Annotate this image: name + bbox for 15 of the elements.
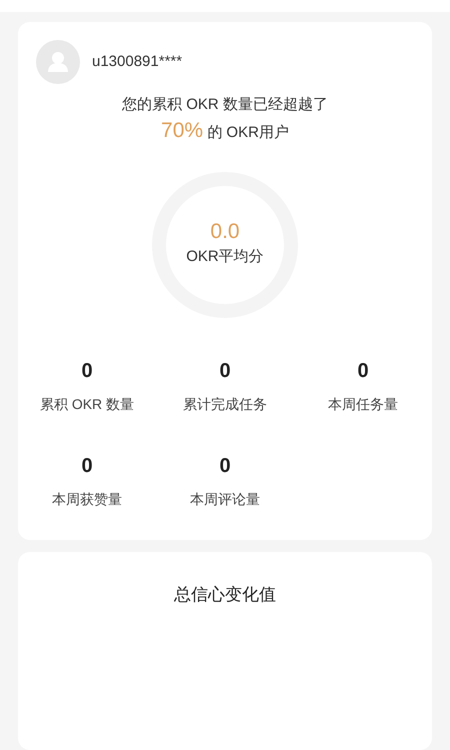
stat-value: 0 (81, 359, 93, 384)
stat-label: 累计完成任务 (183, 395, 267, 414)
summary-text: 您的累积 OKR 数量已经超越了 70% 的 OKR用户 (121, 95, 329, 144)
score-label: OKR平均分 (186, 247, 264, 268)
stat-label: 本周获赞量 (52, 490, 122, 509)
stat-value: 0 (357, 359, 369, 384)
confidence-title: 总信心变化值 (174, 584, 276, 606)
score-value: 0.0 (210, 221, 240, 242)
stat-label: 本周评论量 (190, 490, 260, 509)
stat-value: 0 (81, 454, 93, 479)
stat-value: 0 (219, 359, 231, 384)
username: u1300891**** (92, 52, 182, 72)
stat-value: 0 (219, 454, 231, 479)
stat-label: 累积 OKR 数量 (40, 395, 134, 414)
stat-label: 本周任务量 (328, 395, 398, 414)
